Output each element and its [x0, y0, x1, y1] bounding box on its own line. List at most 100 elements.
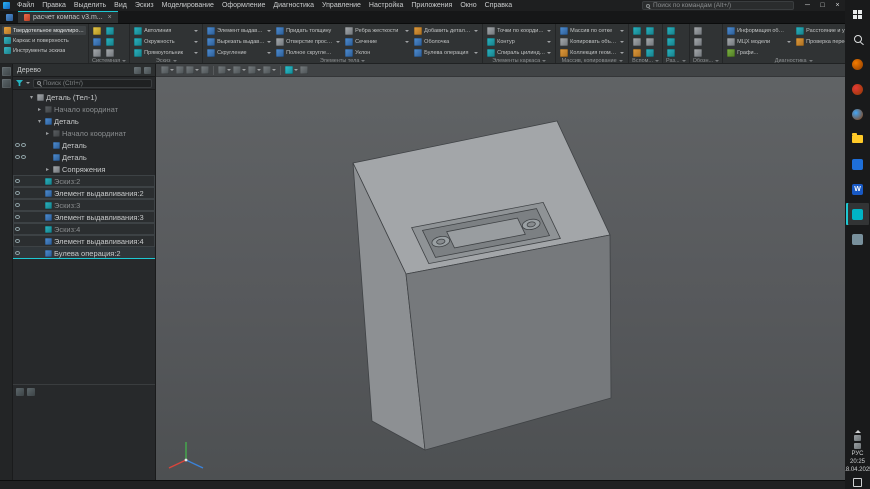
- menubar-item-8[interactable]: Управление: [318, 0, 365, 11]
- display-mode-button[interactable]: [233, 66, 246, 74]
- parameters-panel-toggle-icon[interactable]: [2, 79, 11, 88]
- dropdown-arrow-icon[interactable]: [257, 69, 261, 71]
- ribbon-group-caption[interactable]: Системная: [92, 58, 126, 63]
- tree-item-10[interactable]: Элемент выдавливания:3: [13, 211, 155, 223]
- visibility-eyes[interactable]: [13, 239, 28, 243]
- thicken-button[interactable]: Придать толщину: [275, 26, 341, 36]
- tree-item-13[interactable]: Булева операция:2: [13, 247, 155, 259]
- layout-grid-button[interactable]: [161, 66, 174, 74]
- visibility-eyes[interactable]: [13, 143, 28, 147]
- circle-button[interactable]: Окружность: [133, 37, 199, 47]
- menubar-item-12[interactable]: Справка: [481, 0, 516, 11]
- dropdown-arrow-icon[interactable]: [620, 30, 624, 32]
- model-scene[interactable]: [156, 77, 845, 480]
- menubar-item-3[interactable]: Вид: [110, 0, 131, 11]
- tree-item-0[interactable]: ▾Деталь (Тел-1): [13, 91, 155, 103]
- hole-button[interactable]: Отверстие простое: [275, 37, 341, 47]
- extrude-button[interactable]: Элемент выдавливания: [206, 26, 272, 36]
- axis-conic-button[interactable]: [645, 37, 655, 47]
- dropdown-arrow-icon[interactable]: [547, 41, 551, 43]
- menubar-item-6[interactable]: Оформление: [218, 0, 269, 11]
- plane-button[interactable]: [632, 26, 642, 36]
- app-kompas[interactable]: [846, 203, 869, 225]
- tree-item-9[interactable]: Эскиз:3: [13, 199, 155, 211]
- add-part-button[interactable]: Добавить деталь-заготовку...: [413, 26, 479, 36]
- tree-foot-icon-2[interactable]: [27, 388, 35, 396]
- menubar-item-10[interactable]: Приложения: [407, 0, 456, 11]
- dropdown-arrow-icon[interactable]: [272, 69, 276, 71]
- dim-radial-button[interactable]: [666, 48, 676, 58]
- dropdown-arrow-icon[interactable]: [620, 52, 624, 54]
- app-messenger[interactable]: [846, 103, 869, 125]
- hide-objects-button[interactable]: [263, 66, 276, 74]
- menubar-item-1[interactable]: Правка: [38, 0, 70, 11]
- app-explorer[interactable]: [846, 128, 869, 150]
- fillet-button[interactable]: Скругление: [206, 48, 272, 58]
- dropdown-arrow-icon[interactable]: [547, 52, 551, 54]
- ribbon-group-caption[interactable]: Обозн...: [693, 58, 720, 63]
- tree-options-icon[interactable]: [144, 67, 151, 74]
- filter-dropdown-arrow-icon[interactable]: [26, 82, 30, 84]
- toolset-tab-2[interactable]: Инструменты эскиза: [2, 46, 86, 55]
- zoom-button[interactable]: [186, 66, 199, 74]
- check-intersections-button[interactable]: Проверка пересечений: [795, 37, 845, 47]
- command-search[interactable]: Поиск по командам (Alt+/): [642, 1, 794, 10]
- tree-search-input[interactable]: Поиск (Ctrl+/): [33, 79, 152, 88]
- dropdown-arrow-icon[interactable]: [405, 41, 409, 43]
- network-icon[interactable]: [854, 443, 861, 449]
- ribbon-group-caption[interactable]: Вспом...: [632, 58, 659, 63]
- menubar-item-5[interactable]: Моделирование: [158, 0, 218, 11]
- dropdown-arrow-icon[interactable]: [547, 30, 551, 32]
- measure-button[interactable]: [300, 66, 308, 74]
- rectangle-button[interactable]: Прямоугольник: [133, 48, 199, 58]
- tree-item-8[interactable]: Элемент выдавливания:2: [13, 187, 155, 199]
- dropdown-arrow-icon[interactable]: [267, 41, 271, 43]
- dropdown-arrow-icon[interactable]: [227, 69, 231, 71]
- taskbar-search-button[interactable]: [846, 28, 869, 50]
- caret-icon[interactable]: ▸: [44, 166, 51, 173]
- distance-angle-button[interactable]: Расстояние и угол: [795, 26, 845, 36]
- tab-close-icon[interactable]: ×: [106, 14, 112, 21]
- home-tab[interactable]: [0, 11, 18, 23]
- spiral-button[interactable]: Спираль цилиндрическая: [486, 48, 552, 58]
- section-button[interactable]: Сечение: [344, 37, 410, 47]
- dropdown-arrow-icon[interactable]: [194, 41, 198, 43]
- point-button[interactable]: [645, 48, 655, 58]
- dropdown-arrow-icon[interactable]: [194, 52, 198, 54]
- geometry-collection-button[interactable]: Коллекция геометрии: [559, 48, 625, 58]
- toolset-tab-1[interactable]: Каркас и поверхность: [2, 36, 86, 45]
- dropdown-arrow-icon[interactable]: [267, 30, 271, 32]
- ribbon-group-caption[interactable]: Элементы каркаса: [486, 58, 552, 63]
- app-gray[interactable]: [846, 228, 869, 250]
- dropdown-arrow-icon[interactable]: [620, 41, 624, 43]
- menubar-item-9[interactable]: Настройка: [365, 0, 407, 11]
- object-info-button[interactable]: Информация об объекте: [726, 26, 792, 36]
- tree-item-12[interactable]: Элемент выдавливания:4: [13, 235, 155, 247]
- maximize-button[interactable]: □: [815, 0, 830, 11]
- note-mark-button[interactable]: [693, 48, 703, 58]
- menubar-item-11[interactable]: Окно: [456, 0, 480, 11]
- note-roughness-button[interactable]: [693, 26, 703, 36]
- menubar-item-7[interactable]: Диагностика: [269, 0, 318, 11]
- caret-icon[interactable]: ▾: [28, 94, 35, 101]
- open-button[interactable]: [92, 26, 102, 36]
- dropdown-arrow-icon[interactable]: [267, 52, 271, 54]
- ribbon-group-caption[interactable]: Эскиз: [133, 58, 199, 63]
- tree-item-6[interactable]: ▸Сопряжения: [13, 163, 155, 175]
- dropdown-arrow-icon[interactable]: [170, 69, 174, 71]
- dropdown-arrow-icon[interactable]: [474, 52, 478, 54]
- menubar-item-4[interactable]: Эскиз: [131, 0, 158, 11]
- language-indicator[interactable]: РУС: [851, 451, 863, 457]
- ribbon-group-caption[interactable]: Раз...: [666, 58, 686, 63]
- tree-item-7[interactable]: Эскиз:2: [13, 175, 155, 187]
- contour-button[interactable]: Контур: [486, 37, 552, 47]
- undo-button[interactable]: [105, 26, 115, 36]
- shell-button[interactable]: Оболочка: [413, 37, 479, 47]
- draft-button[interactable]: Уклон: [344, 48, 410, 58]
- pan-button[interactable]: [201, 66, 209, 74]
- select-frame-button[interactable]: [176, 66, 184, 74]
- redo-button[interactable]: [105, 37, 115, 47]
- orientation-button[interactable]: [218, 66, 231, 74]
- dropdown-arrow-icon[interactable]: [474, 30, 478, 32]
- local-cs-button[interactable]: [632, 48, 642, 58]
